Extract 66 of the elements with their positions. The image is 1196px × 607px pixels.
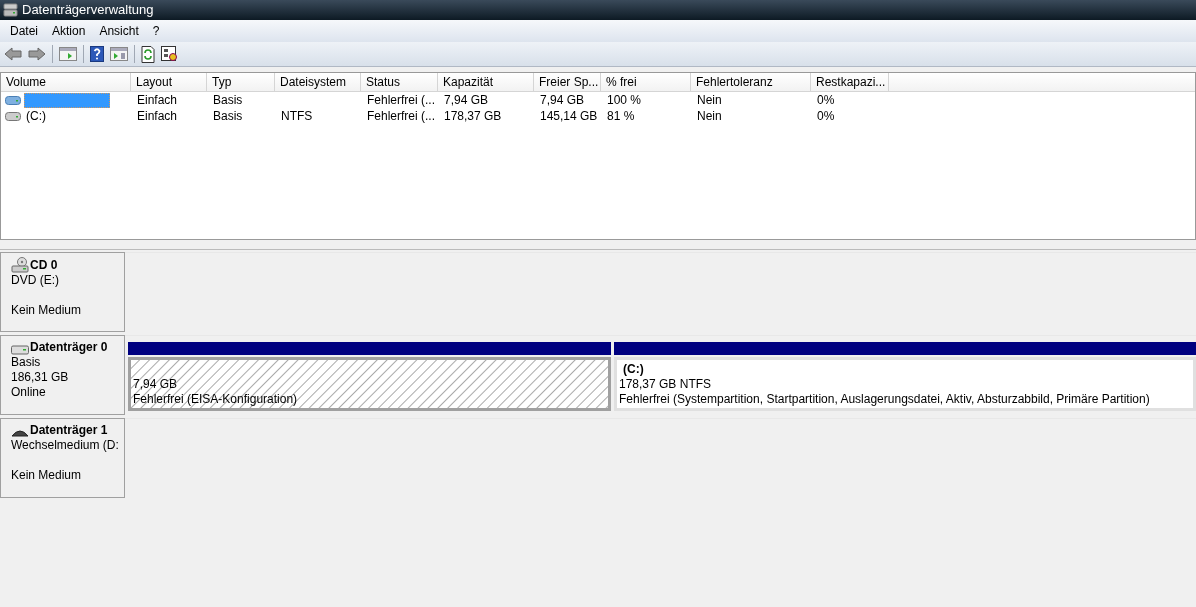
disk-info-panel[interactable]: CD 0 DVD (E:) Kein Medium (0, 252, 125, 332)
disk-status: Kein Medium (11, 468, 83, 483)
partition-status: Fehlerfrei (EISA-Konfiguration) (133, 392, 299, 407)
disk-name: Datenträger 1 (30, 423, 108, 438)
menu-item[interactable]: Datei (4, 22, 44, 40)
disk-info-panel[interactable]: Datenträger 0 Basis 186,31 GB Online (0, 335, 125, 415)
partition-size: 178,37 GB NTFS (619, 377, 713, 392)
properties-icon[interactable] (161, 46, 178, 62)
table-cell-text: 100 % (606, 92, 643, 108)
hard-drive-icon (11, 345, 29, 355)
disk-detail: DVD (E:) (11, 273, 60, 288)
partition-block[interactable]: (C:) 178,37 GB NTFS Fehlerfrei (Systempartition, Startpartition, Auslagerungsdatei, Aktiv, Absturzabbild, Primäre Partition) (614, 357, 1196, 411)
menu-item[interactable]: ? (146, 22, 166, 40)
menu-item[interactable]: Ansicht (93, 22, 145, 40)
back-arrow-icon[interactable] (4, 47, 22, 61)
table-cell-text: Basis (212, 92, 244, 108)
help-icon[interactable] (90, 46, 104, 62)
column-header[interactable]: % frei (601, 73, 691, 91)
window-title: Datenträgerverwaltung (22, 1, 154, 20)
column-header[interactable]: Freier Sp... (534, 73, 601, 91)
disk-status: Kein Medium (11, 303, 83, 318)
column-header[interactable]: Dateisystem (275, 73, 361, 91)
column-header[interactable]: Volume (1, 73, 131, 91)
drive-icon (5, 111, 21, 121)
disk-detail: Basis (11, 355, 42, 370)
disk-detail: 186,31 GB (11, 370, 70, 385)
volume-name-cell[interactable] (24, 92, 110, 108)
console-tree-icon[interactable] (59, 47, 77, 61)
disk-name: CD 0 (30, 258, 58, 273)
removable-drive-icon (11, 428, 29, 438)
column-header[interactable]: Layout (131, 73, 207, 91)
table-cell-text: Nein (696, 108, 723, 124)
column-header[interactable]: Fehlertoleranz (691, 73, 811, 91)
partition-size: 7,94 GB (133, 377, 179, 392)
column-header[interactable]: Status (361, 73, 438, 91)
column-header[interactable]: Typ (207, 73, 275, 91)
disk-management-icon (3, 3, 18, 17)
table-cell-text: Einfach (136, 92, 179, 108)
action-pane-icon[interactable] (110, 47, 128, 61)
forward-arrow-icon[interactable] (28, 47, 46, 61)
drive-icon (5, 95, 21, 105)
table-cell-text: 145,14 GB (539, 108, 599, 124)
table-cell-text: 0% (816, 108, 836, 124)
partition-block[interactable]: 7,94 GB Fehlerfrei (EISA-Konfiguration) (128, 357, 611, 411)
column-header[interactable]: Kapazität (438, 73, 534, 91)
table-cell-text: Nein (696, 92, 723, 108)
table-cell-text: Fehlerfrei (... (366, 108, 436, 124)
column-header[interactable]: Restkapazi... (811, 73, 889, 91)
partition-status: Fehlerfrei (Systempartition, Startpartition, Auslagerungsdatei, Aktiv, Absturzabbild, Primäre Partition) (619, 392, 1151, 407)
refresh-icon[interactable] (141, 45, 155, 63)
disk-info-panel[interactable]: Datenträger 1 Wechselmedium (D: Kein Medium (0, 418, 125, 498)
table-cell-text: 7,94 GB (443, 92, 490, 108)
partition-label: (C:) (622, 362, 645, 377)
table-cell-text: 178,37 GB (443, 108, 503, 124)
table-cell-text: NTFS (280, 108, 314, 124)
disk-status: Online (11, 385, 47, 400)
table-cell-text: Basis (212, 108, 244, 124)
cd-drive-icon (11, 257, 29, 273)
table-cell-text: Fehlerfrei (... (366, 92, 436, 108)
table-cell-text: Einfach (136, 108, 179, 124)
disk-name: Datenträger 0 (30, 340, 108, 355)
volume-name-cell[interactable]: (C:) (24, 108, 48, 124)
menu-item[interactable]: Aktion (46, 22, 92, 40)
table-cell-text: 81 % (606, 108, 636, 124)
table-cell-text: 7,94 GB (539, 92, 586, 108)
table-cell-text: 0% (816, 92, 836, 108)
